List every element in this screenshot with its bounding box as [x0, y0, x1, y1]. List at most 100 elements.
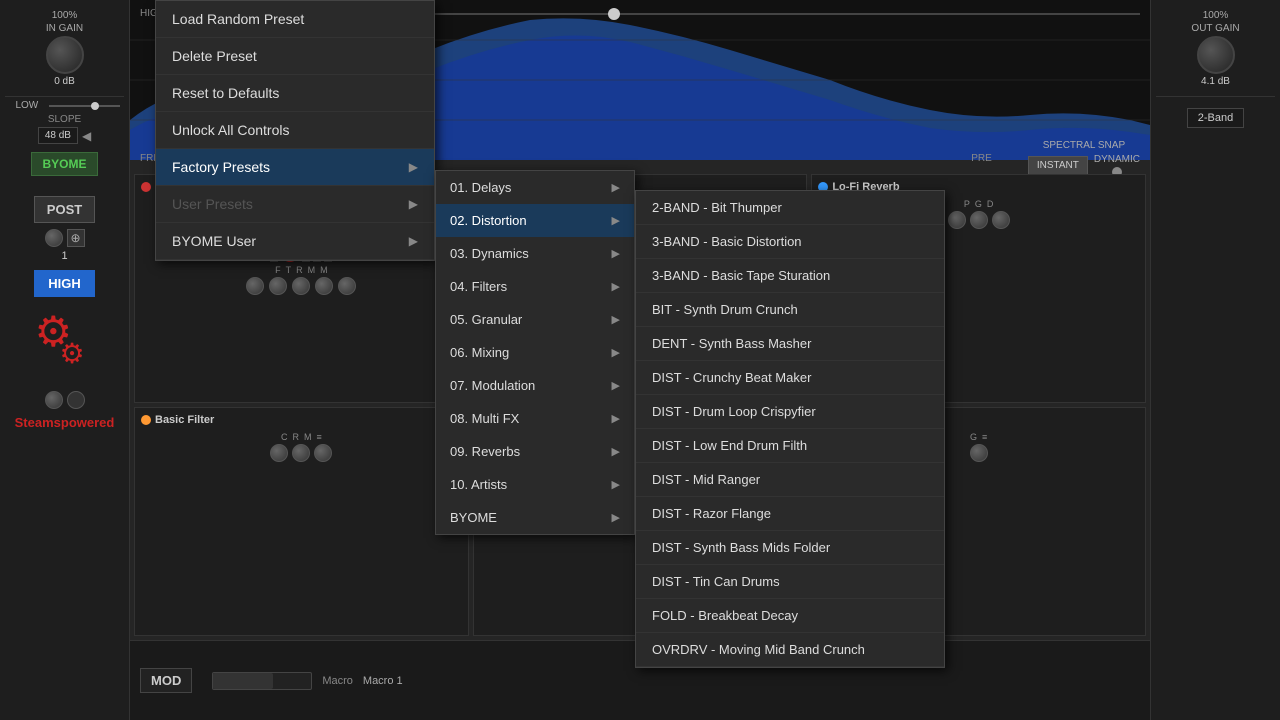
preset-dist-low-end[interactable]: DIST - Low End Drum Filth	[636, 429, 944, 463]
preset-ovrdrv-moving[interactable]: OVRDRV - Moving Mid Band Crunch	[636, 633, 944, 667]
preset-dist-synth-bass[interactable]: DIST - Synth Bass Mids Folder	[636, 531, 944, 565]
cat-granular[interactable]: 05. Granular ▶	[436, 303, 634, 336]
bf-k2[interactable]	[292, 444, 310, 462]
artists-arrow: ▶	[612, 478, 620, 491]
distortion-arrow: ▶	[612, 214, 620, 227]
left-number: 1	[61, 250, 67, 262]
bf-eq: ≡	[316, 432, 321, 442]
label-m: M	[308, 265, 316, 275]
preset-basic-distortion[interactable]: 3-BAND - Basic Distortion	[636, 225, 944, 259]
in-gain-label: IN GAIN	[46, 23, 83, 34]
preset-dist-tin-can[interactable]: DIST - Tin Can Drums	[636, 565, 944, 599]
plugin-name-basicfilter: Basic Filter	[155, 414, 214, 426]
multifx-arrow: ▶	[612, 412, 620, 425]
circle-control-2[interactable]	[45, 391, 63, 409]
preset-dist-crunchy[interactable]: DIST - Crunchy Beat Maker	[636, 361, 944, 395]
context-menu: Load Random Preset Delete Preset Reset t…	[155, 0, 435, 261]
mini-k1[interactable]	[246, 277, 264, 295]
out-gain-label: OUT GAIN	[1191, 23, 1239, 34]
lofireverb-k2[interactable]	[970, 211, 988, 229]
bf-r: R	[292, 432, 299, 442]
mixing-arrow: ▶	[612, 346, 620, 359]
dynamics-arrow: ▶	[612, 247, 620, 260]
bf-c: C	[281, 432, 288, 442]
menu-byome-user[interactable]: BYOME User ▶	[156, 223, 434, 260]
plugin-block-basicfilter: Basic Filter C R M ≡	[134, 407, 469, 636]
out-gain-knob[interactable]	[1197, 36, 1235, 74]
slope-label: LOW	[9, 100, 45, 111]
bf-k3[interactable]	[314, 444, 332, 462]
lofireverb-g: G	[975, 199, 982, 209]
post-button[interactable]: POST	[34, 196, 95, 223]
spectral-snap-label: SPECTRAL SNAP	[1043, 140, 1125, 151]
pct-right: 100%	[1203, 10, 1229, 21]
menu-unlock-controls[interactable]: Unlock All Controls	[156, 112, 434, 149]
high-slider-thumb[interactable]	[608, 8, 620, 20]
menu-reset-defaults[interactable]: Reset to Defaults	[156, 75, 434, 112]
menu-user-presets[interactable]: User Presets ▶	[156, 186, 434, 223]
preset-bit-thumper[interactable]: 2-BAND - Bit Thumper	[636, 191, 944, 225]
granular-arrow: ▶	[612, 313, 620, 326]
basicfilter-dot	[141, 415, 151, 425]
in-gain-knob[interactable]	[46, 36, 84, 74]
menu-delete-preset[interactable]: Delete Preset	[156, 38, 434, 75]
mini-k3[interactable]	[292, 277, 310, 295]
macro1-label: Macro 1	[363, 675, 403, 687]
preset-dist-razor[interactable]: DIST - Razor Flange	[636, 497, 944, 531]
mini-k2[interactable]	[269, 277, 287, 295]
preset-fold-breakbeat[interactable]: FOLD - Breakbeat Decay	[636, 599, 944, 633]
filters-arrow: ▶	[612, 280, 620, 293]
cat-filters[interactable]: 04. Filters ▶	[436, 270, 634, 303]
slope-arrow[interactable]: ◀	[82, 129, 91, 143]
preset-dist-drum-loop[interactable]: DIST - Drum Loop Crispyfier	[636, 395, 944, 429]
cat-artists[interactable]: 10. Artists ▶	[436, 468, 634, 501]
pre-label: PRE	[971, 153, 992, 164]
user-presets-arrow: ▶	[409, 197, 418, 211]
right-panel: 100% OUT GAIN 4.1 dB 2-Band	[1150, 0, 1280, 720]
band-label[interactable]: 2-Band	[1187, 108, 1244, 128]
cat-multifx[interactable]: 08. Multi FX ▶	[436, 402, 634, 435]
mod-label[interactable]: MOD	[140, 668, 192, 693]
left-panel: 100% IN GAIN 0 dB LOW SLOPE 48 dB ◀ BYOM…	[0, 0, 130, 720]
cat-modulation[interactable]: 07. Modulation ▶	[436, 369, 634, 402]
high-button[interactable]: HIGH	[34, 270, 95, 297]
mini-k5[interactable]	[338, 277, 356, 295]
cat-reverbs[interactable]: 09. Reverbs ▶	[436, 435, 634, 468]
modulation-arrow: ▶	[612, 379, 620, 392]
circle-control-3[interactable]	[67, 391, 85, 409]
preset-bit-synth-drum[interactable]: BIT - Synth Drum Crunch	[636, 293, 944, 327]
byome-user-arrow: ▶	[409, 234, 418, 248]
pct-left: 100%	[52, 10, 78, 21]
mix-g: G	[970, 432, 977, 442]
preset-dist-mid-ranger[interactable]: DIST - Mid Ranger	[636, 463, 944, 497]
byome-button[interactable]: BYOME	[31, 152, 97, 176]
preset-list[interactable]: 2-BAND - Bit Thumper 3-BAND - Basic Dist…	[635, 190, 945, 668]
mini-k4[interactable]	[315, 277, 333, 295]
bf-k1[interactable]	[270, 444, 288, 462]
preset-dent-synth-bass[interactable]: DENT - Synth Bass Masher	[636, 327, 944, 361]
circle-control-1[interactable]	[45, 229, 63, 247]
cat-delays[interactable]: 01. Delays ▶	[436, 171, 634, 204]
mix-k1[interactable]	[970, 444, 988, 462]
gear-icon-small: ⚙	[60, 337, 85, 370]
cat-byome[interactable]: BYOME ▶	[436, 501, 634, 534]
preset-basic-tape[interactable]: 3-BAND - Basic Tape Sturation	[636, 259, 944, 293]
byome-arrow: ▶	[612, 511, 620, 524]
label-m2: M	[320, 265, 328, 275]
menu-load-random[interactable]: Load Random Preset	[156, 1, 434, 38]
label-r: R	[296, 265, 303, 275]
out-gain-db: 4.1 dB	[1201, 76, 1230, 87]
lofireverb-d: D	[987, 199, 994, 209]
reverbs-arrow: ▶	[612, 445, 620, 458]
menu-factory-presets[interactable]: Factory Presets ▶	[156, 149, 434, 186]
lofireverb-k1[interactable]	[948, 211, 966, 229]
crosshair-icon[interactable]: ⊕	[67, 229, 85, 247]
cat-distortion[interactable]: 02. Distortion ▶	[436, 204, 634, 237]
cat-dynamics[interactable]: 03. Dynamics ▶	[436, 237, 634, 270]
lofireverb-p: P	[964, 199, 970, 209]
label-t: T	[286, 265, 292, 275]
steam-logo-left: Steamspowered	[15, 415, 115, 430]
cat-mixing[interactable]: 06. Mixing ▶	[436, 336, 634, 369]
macro-label: Macro	[322, 675, 353, 687]
lofireverb-k3[interactable]	[992, 211, 1010, 229]
